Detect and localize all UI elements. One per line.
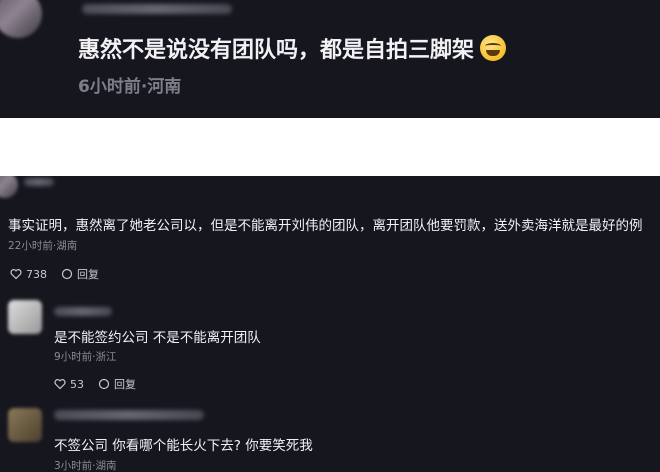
- avatar[interactable]: [8, 300, 42, 334]
- comment-text: 事实证明，惠然离了她老公司以，但是不能离开刘伟的团队，离开团队他要罚款，送外卖海…: [8, 218, 643, 234]
- top-comment-panel: 惠然不是说没有团队吗，都是自拍三脚架 6小时前·河南: [0, 0, 660, 118]
- grinning-sweat-emoji-icon: [480, 35, 507, 61]
- comment-thread-panel: 事实证明，惠然离了她老公司以，但是不能离开刘伟的团队，离开团队他要罚款，送外卖海…: [0, 176, 660, 472]
- comment-actions: 53 回复: [54, 376, 136, 392]
- comment-text: 不签公司 你看哪个能长火下去? 你要笑死我: [54, 438, 313, 454]
- comment-actions: 738 回复: [10, 266, 99, 282]
- comment-text: 惠然不是说没有团队吗，都是自拍三脚架: [78, 32, 507, 64]
- username-blurred: [24, 178, 54, 186]
- username-blurred: [54, 307, 112, 316]
- username-blurred: [54, 410, 204, 420]
- like-count: 738: [26, 267, 47, 281]
- comment-text-content: 惠然不是说没有团队吗，都是自拍三脚架: [78, 38, 475, 63]
- comment-meta: 3小时前·湖南: [54, 460, 117, 472]
- username-blurred: [82, 4, 232, 14]
- comment-meta: 9小时前·浙江: [54, 351, 117, 363]
- avatar[interactable]: [0, 176, 18, 198]
- separator: [0, 118, 660, 176]
- avatar[interactable]: [8, 408, 42, 442]
- like-button[interactable]: 53: [54, 378, 84, 391]
- comment-bubble-icon: [61, 268, 73, 280]
- comment-text: 是不能签约公司 不是不能离开团队: [54, 330, 261, 346]
- heart-icon: [10, 269, 22, 280]
- like-button[interactable]: 738: [10, 268, 47, 281]
- comment-meta: 6小时前·河南: [78, 77, 182, 97]
- like-count: 53: [70, 377, 84, 391]
- reply-label: 回复: [77, 268, 99, 281]
- comment-meta: 22小时前·湖南: [8, 240, 78, 252]
- heart-icon: [54, 379, 66, 390]
- reply-button[interactable]: 回复: [98, 376, 136, 392]
- comment-bubble-icon: [98, 378, 110, 390]
- reply-label: 回复: [114, 378, 136, 391]
- avatar[interactable]: [0, 0, 42, 38]
- reply-button[interactable]: 回复: [61, 266, 99, 282]
